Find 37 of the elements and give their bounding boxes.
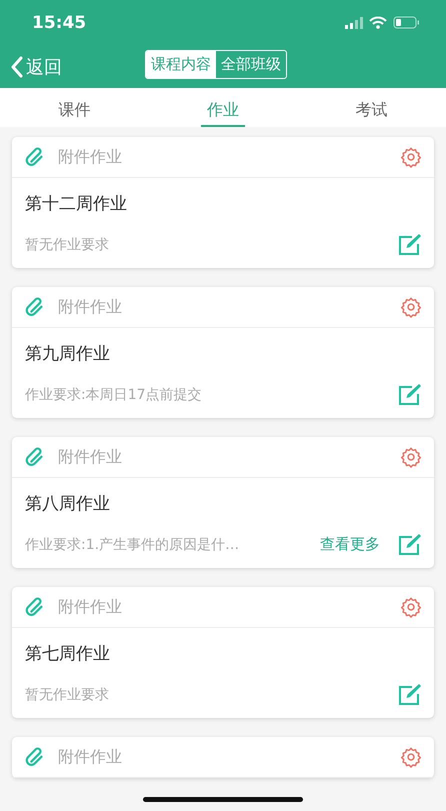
assignment-type: 附件作业 bbox=[58, 146, 123, 168]
edit-icon[interactable] bbox=[398, 533, 422, 556]
assignment-requirement: 作业要求:本周日17点前提交 bbox=[25, 386, 203, 404]
settings-icon[interactable] bbox=[400, 596, 422, 618]
segment-tab[interactable]: 课程内容 bbox=[146, 51, 216, 78]
assignment-title: 第九周作业 bbox=[24, 343, 111, 366]
status-time: 15:45 bbox=[32, 12, 86, 32]
assignment-title: 第十二周作业 bbox=[24, 193, 128, 216]
assignment-card[interactable]: 附件作业 第八周作业 作业要求:1.产生事件的原因是什… 查看更多 bbox=[12, 437, 434, 568]
tab[interactable]: 作业 bbox=[201, 88, 245, 127]
assignment-card[interactable]: 附件作业 第九周作业 作业要求:本周日17点前提交 bbox=[12, 287, 434, 418]
tab[interactable]: 课件 bbox=[52, 88, 96, 127]
settings-icon[interactable] bbox=[400, 146, 422, 168]
assignment-requirement: 暂无作业要求 bbox=[25, 686, 110, 704]
assignment-type: 附件作业 bbox=[58, 746, 123, 768]
assignment-title: 第七周作业 bbox=[24, 643, 111, 666]
edit-icon[interactable] bbox=[398, 683, 422, 706]
back-button[interactable]: 返回 bbox=[10, 54, 62, 78]
settings-icon[interactable] bbox=[400, 746, 422, 768]
settings-icon[interactable] bbox=[400, 296, 422, 318]
assignment-title: 第八周作业 bbox=[24, 493, 111, 516]
assignment-requirement: 作业要求:1.产生事件的原因是什… bbox=[25, 536, 240, 554]
edit-icon[interactable] bbox=[398, 383, 422, 406]
edit-icon[interactable] bbox=[398, 233, 422, 256]
settings-icon[interactable] bbox=[400, 446, 422, 468]
tab[interactable]: 考试 bbox=[350, 88, 394, 127]
assignment-type: 附件作业 bbox=[58, 296, 123, 318]
segment-tab[interactable]: 全部班级 bbox=[216, 51, 286, 78]
assignment-type: 附件作业 bbox=[58, 596, 123, 618]
assignment-type: 附件作业 bbox=[58, 446, 123, 468]
chevron-left-icon bbox=[10, 56, 24, 78]
assignment-card[interactable]: 附件作业 第十二周作业 暂无作业要求 bbox=[12, 137, 434, 268]
assignment-requirement: 暂无作业要求 bbox=[25, 236, 110, 254]
wifi-icon bbox=[369, 16, 387, 29]
assignment-card[interactable]: 附件作业 第七周作业 暂无作业要求 bbox=[12, 587, 434, 718]
battery-icon bbox=[393, 16, 420, 29]
signal-icon bbox=[345, 16, 363, 28]
